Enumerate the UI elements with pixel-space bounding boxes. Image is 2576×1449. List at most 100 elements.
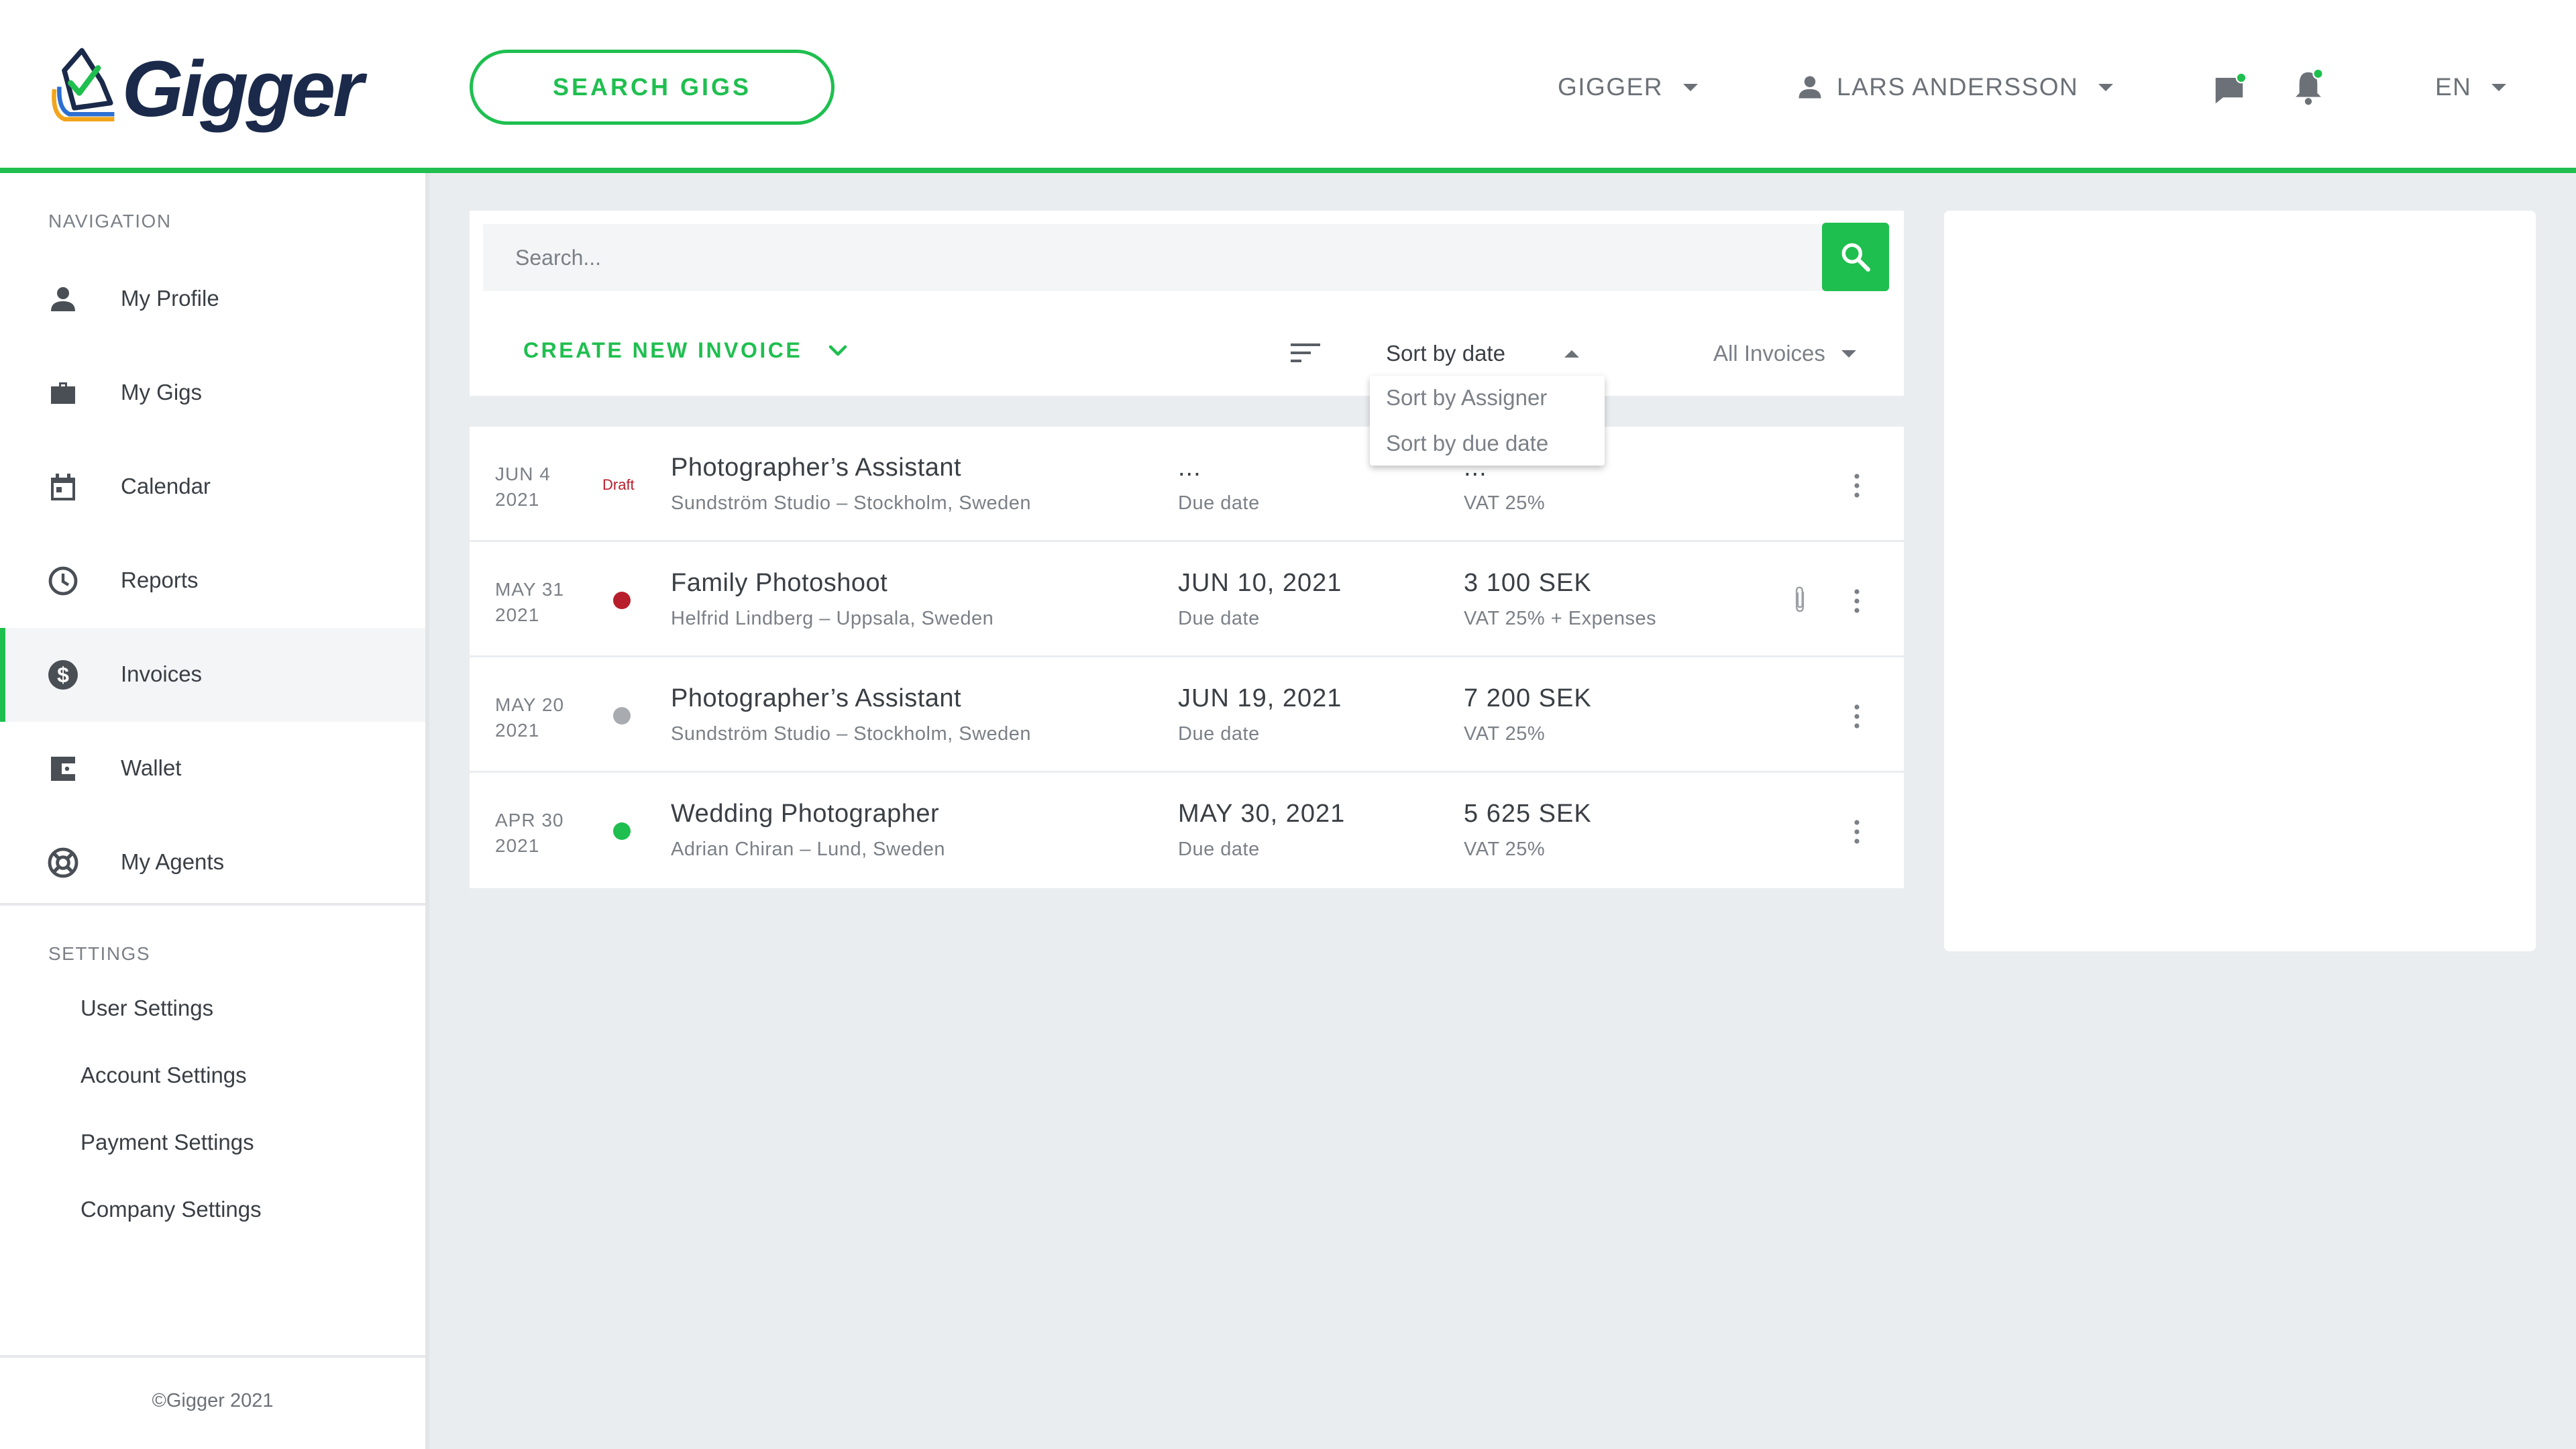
invoice-list: JUN 4 2021 Draft Photographer’s Assistan… bbox=[470, 427, 1904, 888]
sidebar-item-payment-settings[interactable]: Payment Settings bbox=[80, 1130, 254, 1155]
invoice-date: APR 30 2021 bbox=[495, 808, 564, 859]
more-options-icon[interactable] bbox=[1851, 588, 1862, 614]
clock-icon bbox=[48, 566, 78, 596]
invoice-row[interactable]: MAY 31 2021 Family Photoshoot Helfrid Li… bbox=[470, 542, 1904, 657]
gigger-logo[interactable]: Gigger bbox=[46, 39, 364, 140]
calendar-icon bbox=[51, 474, 75, 500]
invoice-toolbar: CREATE NEW INVOICE Sort by date All Invo… bbox=[470, 211, 1904, 396]
sidebar-item-label: Reports bbox=[121, 568, 199, 592]
sidebar-item-my-profile[interactable]: My Profile bbox=[0, 252, 425, 346]
due-date-label: Due date bbox=[1178, 839, 1260, 860]
invoice-date: JUN 4 2021 bbox=[495, 462, 551, 513]
search-button[interactable] bbox=[1822, 223, 1889, 291]
sidebar-item-reports[interactable]: Reports bbox=[0, 534, 425, 628]
settings-heading: SETTINGS bbox=[48, 943, 151, 964]
chevron-down-icon bbox=[2491, 83, 2507, 91]
top-header: Gigger SEARCH GIGS GIGGER LARS ANDERSSON… bbox=[0, 0, 2576, 173]
sidebar-item-invoices[interactable]: $ Invoices bbox=[0, 628, 425, 722]
sidebar-item-company-settings[interactable]: Company Settings bbox=[80, 1197, 262, 1222]
sidebar-item-label: Wallet bbox=[121, 755, 182, 780]
gigger-logo-mark bbox=[52, 48, 115, 121]
invoice-date: MAY 31 2021 bbox=[495, 577, 564, 628]
language-switcher[interactable]: EN bbox=[2435, 67, 2507, 107]
invoice-client: Sundström Studio – Stockholm, Sweden bbox=[671, 723, 1032, 745]
briefcase-icon bbox=[51, 382, 75, 404]
sidebar-item-my-gigs[interactable]: My Gigs bbox=[0, 346, 425, 440]
invoice-date-year: 2021 bbox=[495, 604, 540, 625]
invoice-detail-panel bbox=[1944, 211, 2536, 951]
sidebar-item-my-agents[interactable]: My Agents bbox=[0, 816, 425, 910]
messages-button[interactable] bbox=[2211, 70, 2247, 110]
invoice-date-day: APR 30 bbox=[495, 810, 564, 830]
chevron-down-icon bbox=[828, 345, 847, 356]
sidebar-item-label: Calendar bbox=[121, 474, 211, 498]
lifebuoy-icon bbox=[48, 847, 78, 878]
chevron-down-icon bbox=[2098, 83, 2114, 91]
more-options-icon[interactable] bbox=[1851, 818, 1862, 845]
create-invoice-label: CREATE NEW INVOICE bbox=[523, 338, 803, 362]
org-switcher[interactable]: GIGGER bbox=[1558, 67, 1699, 107]
invoice-due-date: JUN 10, 2021 bbox=[1178, 569, 1342, 597]
search-input[interactable] bbox=[483, 224, 1841, 291]
sort-select[interactable]: Sort by date bbox=[1386, 341, 1579, 366]
notifications-button[interactable] bbox=[2290, 67, 2326, 107]
invoice-client: Helfrid Lindberg – Uppsala, Sweden bbox=[671, 608, 994, 629]
invoice-filter-select[interactable]: All Invoices bbox=[1713, 341, 1856, 366]
create-new-invoice-button[interactable]: CREATE NEW INVOICE bbox=[523, 338, 848, 363]
sidebar-item-account-settings[interactable]: Account Settings bbox=[80, 1063, 247, 1088]
sidebar-item-wallet[interactable]: Wallet bbox=[0, 722, 425, 816]
search-icon bbox=[1841, 243, 1870, 272]
sidebar-item-label: My Agents bbox=[121, 849, 225, 874]
filter-selected-label: All Invoices bbox=[1713, 341, 1825, 366]
invoice-vat: VAT 25% bbox=[1464, 723, 1546, 745]
sidebar-item-label: My Gigs bbox=[121, 380, 203, 405]
more-options-icon[interactable] bbox=[1851, 703, 1862, 730]
svg-text:$: $ bbox=[57, 663, 69, 687]
invoice-row[interactable]: APR 30 2021 Wedding Photographer Adrian … bbox=[470, 773, 1904, 888]
invoice-due-date: MAY 30, 2021 bbox=[1178, 800, 1346, 828]
invoice-row[interactable]: MAY 20 2021 Photographer’s Assistant Sun… bbox=[470, 657, 1904, 773]
more-options-icon[interactable] bbox=[1851, 472, 1862, 499]
invoice-vat: VAT 25% bbox=[1464, 492, 1546, 514]
sort-icon[interactable] bbox=[1289, 339, 1322, 366]
invoice-date-day: JUN 4 bbox=[495, 464, 551, 484]
dollar-icon: $ bbox=[48, 660, 78, 690]
sidebar: NAVIGATION My Profile My Gigs Calendar R… bbox=[0, 173, 429, 1449]
org-label: GIGGER bbox=[1558, 73, 1664, 101]
invoice-amount: 7 200 SEK bbox=[1464, 684, 1592, 712]
invoice-date-year: 2021 bbox=[495, 835, 540, 856]
sidebar-item-calendar[interactable]: Calendar bbox=[0, 440, 425, 534]
chevron-up-icon bbox=[1564, 350, 1579, 358]
invoice-vat: VAT 25% + Expenses bbox=[1464, 608, 1657, 629]
invoice-date: MAY 20 2021 bbox=[495, 692, 564, 743]
sidebar-divider bbox=[0, 903, 425, 906]
sort-selected-label: Sort by date bbox=[1386, 341, 1505, 366]
invoice-client: Sundström Studio – Stockholm, Sweden bbox=[671, 492, 1032, 514]
search-gigs-button[interactable]: SEARCH GIGS bbox=[470, 50, 835, 125]
due-date-label: Due date bbox=[1178, 608, 1260, 629]
sidebar-item-label: Invoices bbox=[121, 661, 203, 686]
person-icon bbox=[1799, 76, 1821, 99]
invoice-client: Adrian Chiran – Lund, Sweden bbox=[671, 839, 945, 860]
navigation-heading: NAVIGATION bbox=[48, 211, 172, 231]
invoice-date-day: MAY 31 bbox=[495, 579, 565, 600]
sidebar-item-label: My Profile bbox=[121, 286, 219, 311]
invoice-title: Wedding Photographer bbox=[671, 800, 940, 828]
language-label: EN bbox=[2435, 73, 2472, 101]
due-date-label: Due date bbox=[1178, 723, 1260, 745]
status-dot-pending bbox=[613, 707, 631, 724]
user-menu[interactable]: LARS ANDERSSON bbox=[1795, 67, 2114, 107]
invoice-title: Photographer’s Assistant bbox=[671, 453, 962, 482]
invoice-amount: 5 625 SEK bbox=[1464, 800, 1592, 828]
status-dot-paid bbox=[613, 822, 631, 840]
paperclip-icon[interactable] bbox=[1790, 585, 1810, 614]
sidebar-item-user-settings[interactable]: User Settings bbox=[80, 996, 213, 1021]
user-name: LARS ANDERSSON bbox=[1837, 73, 2079, 101]
invoice-row[interactable]: JUN 4 2021 Draft Photographer’s Assistan… bbox=[470, 427, 1904, 542]
person-icon bbox=[51, 287, 75, 311]
sidebar-divider bbox=[0, 1355, 425, 1358]
sort-option-due-date[interactable]: Sort by due date bbox=[1386, 431, 1548, 456]
sort-option-assigner[interactable]: Sort by Assigner bbox=[1386, 385, 1547, 411]
status-dot-overdue bbox=[613, 592, 631, 609]
invoice-due-date: JUN 19, 2021 bbox=[1178, 684, 1342, 712]
